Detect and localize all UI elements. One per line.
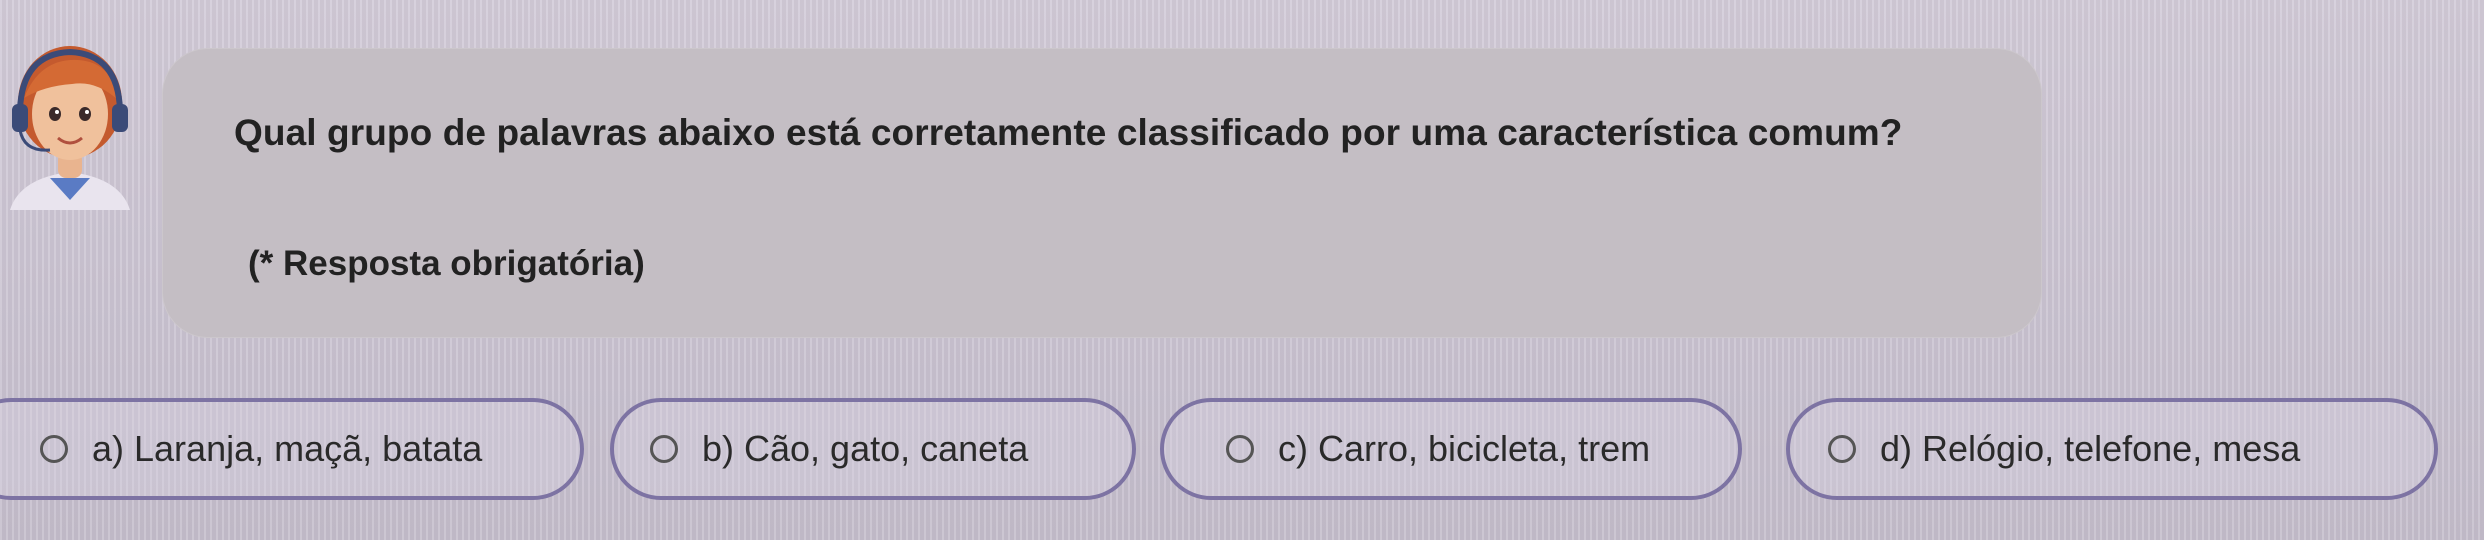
- option-c-label: c) Carro, bicicleta, trem: [1278, 428, 1651, 469]
- radio-icon[interactable]: [1828, 435, 1856, 463]
- required-note: (* Resposta obrigatória): [248, 244, 645, 283]
- option-b[interactable]: b) Cão, gato, caneta: [610, 398, 1136, 500]
- tutor-avatar-icon: [0, 40, 140, 210]
- option-b-label: b) Cão, gato, caneta: [702, 428, 1029, 469]
- option-d[interactable]: d) Relógio, telefone, mesa: [1786, 398, 2438, 500]
- question-bubble: Qual grupo de palavras abaixo está corre…: [162, 48, 2042, 338]
- radio-icon[interactable]: [1226, 435, 1254, 463]
- option-a-label: a) Laranja, maçã, batata: [92, 428, 483, 469]
- question-text: Qual grupo de palavras abaixo está corre…: [234, 112, 1903, 153]
- option-d-label: d) Relógio, telefone, mesa: [1880, 428, 2301, 469]
- option-c[interactable]: c) Carro, bicicleta, trem: [1160, 398, 1742, 500]
- radio-icon[interactable]: [40, 435, 68, 463]
- radio-icon[interactable]: [650, 435, 678, 463]
- option-a[interactable]: a) Laranja, maçã, batata: [0, 398, 584, 500]
